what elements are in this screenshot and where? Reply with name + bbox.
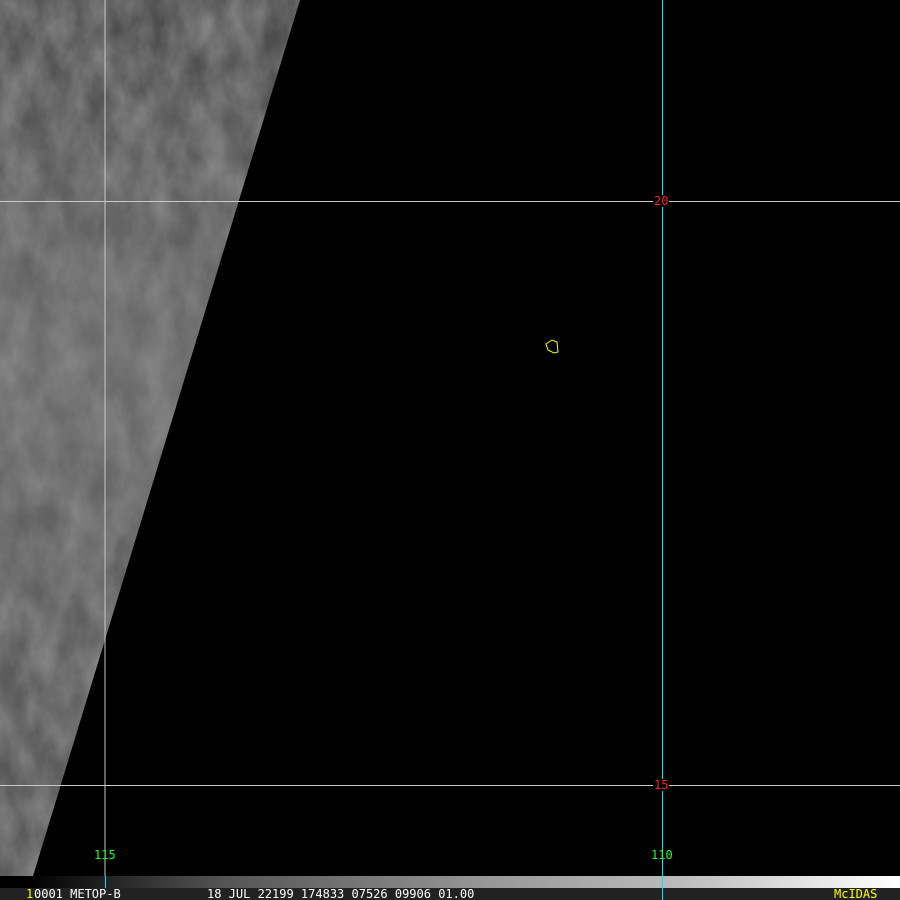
meridian-110-tick [662, 876, 663, 900]
storm-marker [545, 339, 559, 354]
datetime-info: 18 JUL 22199 174833 07526 09906 01.00 [207, 887, 475, 900]
satellite-image [0, 0, 900, 876]
lon-label-110: 110 [651, 848, 673, 862]
image-id: 0001 METOP-B [34, 887, 121, 900]
lat-label-20: 20 [653, 194, 670, 208]
mcidas-brand: McIDAS [834, 887, 878, 900]
cloud-swath [0, 0, 300, 876]
satellite-image-viewer: 20 15 115 110 1 0001 METOP-B 18 JUL 2219… [0, 0, 900, 900]
status-bar: 1 0001 METOP-B 18 JUL 22199 174833 07526… [0, 888, 900, 900]
lon-label-115: 115 [94, 848, 116, 862]
lat-label-15: 15 [653, 778, 670, 792]
frame-number: 1 [26, 887, 34, 900]
